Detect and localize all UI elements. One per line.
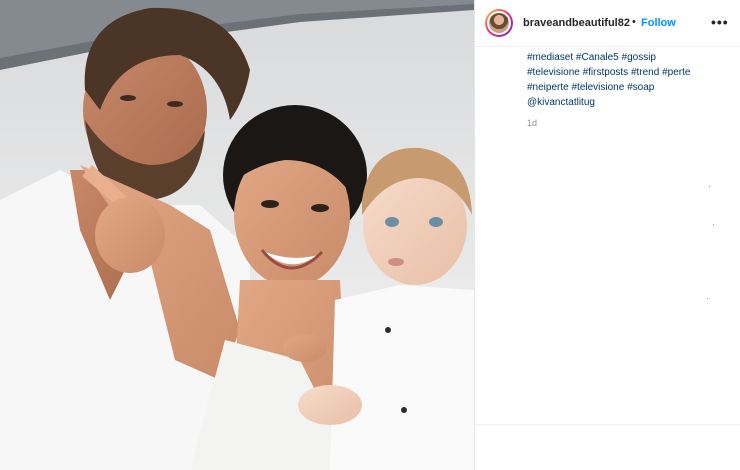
caption-line[interactable]: #neiperte #televisione #soap: [527, 80, 727, 95]
avatar-image: [489, 13, 509, 33]
post-photo[interactable]: [0, 0, 474, 470]
author-avatar[interactable]: [485, 9, 513, 37]
post-timestamp[interactable]: 1d: [527, 118, 537, 128]
caption-line[interactable]: #mediaset #Canale5 #gossip: [527, 50, 727, 65]
photo-illustration: [0, 0, 474, 470]
post-header: braveandbeautiful82 • Follow •••: [475, 0, 740, 47]
follow-button[interactable]: Follow: [641, 17, 676, 29]
speck: [707, 298, 708, 299]
caption-line[interactable]: @kivanctatlitug: [527, 95, 727, 110]
panel-divider: [475, 424, 740, 425]
more-options-icon[interactable]: •••: [711, 14, 729, 30]
post-details-panel: braveandbeautiful82 • Follow ••• #medias…: [474, 0, 740, 470]
post-caption: #mediaset #Canale5 #gossip #televisione …: [527, 50, 727, 110]
separator-dot: •: [632, 16, 636, 28]
caption-line[interactable]: #televisione #firstposts #trend #perte: [527, 65, 727, 80]
speck: [713, 224, 714, 225]
author-username[interactable]: braveandbeautiful82: [523, 17, 630, 29]
speck: [709, 186, 710, 187]
